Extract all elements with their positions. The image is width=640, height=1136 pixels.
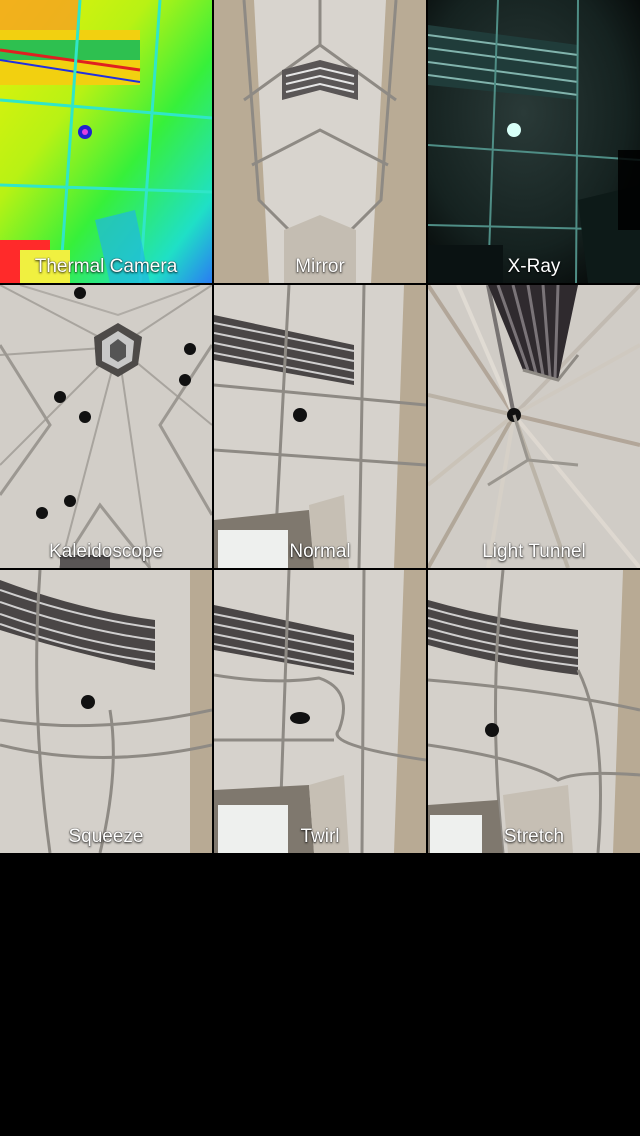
effect-label: Squeeze — [68, 826, 144, 847]
empty-bottom-area — [0, 854, 640, 1136]
effect-label: Normal — [289, 541, 351, 562]
twirl-preview-icon — [214, 570, 426, 853]
effects-screen: Thermal Camera Mirror X-Ray Kaleidoscope… — [0, 0, 640, 1136]
mirror-preview-icon — [214, 0, 426, 283]
effect-tile-thermal-camera[interactable]: Thermal Camera — [0, 0, 212, 283]
effect-label: Kaleidoscope — [48, 541, 164, 562]
effect-label: Light Tunnel — [482, 541, 586, 562]
effect-tile-mirror[interactable]: Mirror — [214, 0, 426, 283]
effect-label: X-Ray — [507, 256, 561, 277]
effect-tile-kaleidoscope[interactable]: Kaleidoscope — [0, 285, 212, 568]
effect-tile-x-ray[interactable]: X-Ray — [428, 0, 640, 283]
effect-label: Twirl — [300, 826, 340, 847]
effect-label: Stretch — [503, 826, 565, 847]
stretch-preview-icon — [428, 570, 640, 853]
effect-tile-squeeze[interactable]: Squeeze — [0, 570, 212, 853]
kaleidoscope-preview-icon — [0, 285, 212, 568]
normal-preview-icon — [214, 285, 426, 568]
light-tunnel-preview-icon — [428, 285, 640, 568]
effect-tile-twirl[interactable]: Twirl — [214, 570, 426, 853]
xray-preview-icon — [428, 0, 640, 283]
effect-label: Thermal Camera — [34, 256, 178, 277]
effects-grid: Thermal Camera Mirror X-Ray Kaleidoscope… — [0, 0, 640, 854]
effect-label: Mirror — [295, 256, 345, 277]
effect-tile-stretch[interactable]: Stretch — [428, 570, 640, 853]
effect-tile-normal[interactable]: Normal — [214, 285, 426, 568]
thermal-preview-icon — [0, 0, 212, 283]
squeeze-preview-icon — [0, 570, 212, 853]
effect-tile-light-tunnel[interactable]: Light Tunnel — [428, 285, 640, 568]
